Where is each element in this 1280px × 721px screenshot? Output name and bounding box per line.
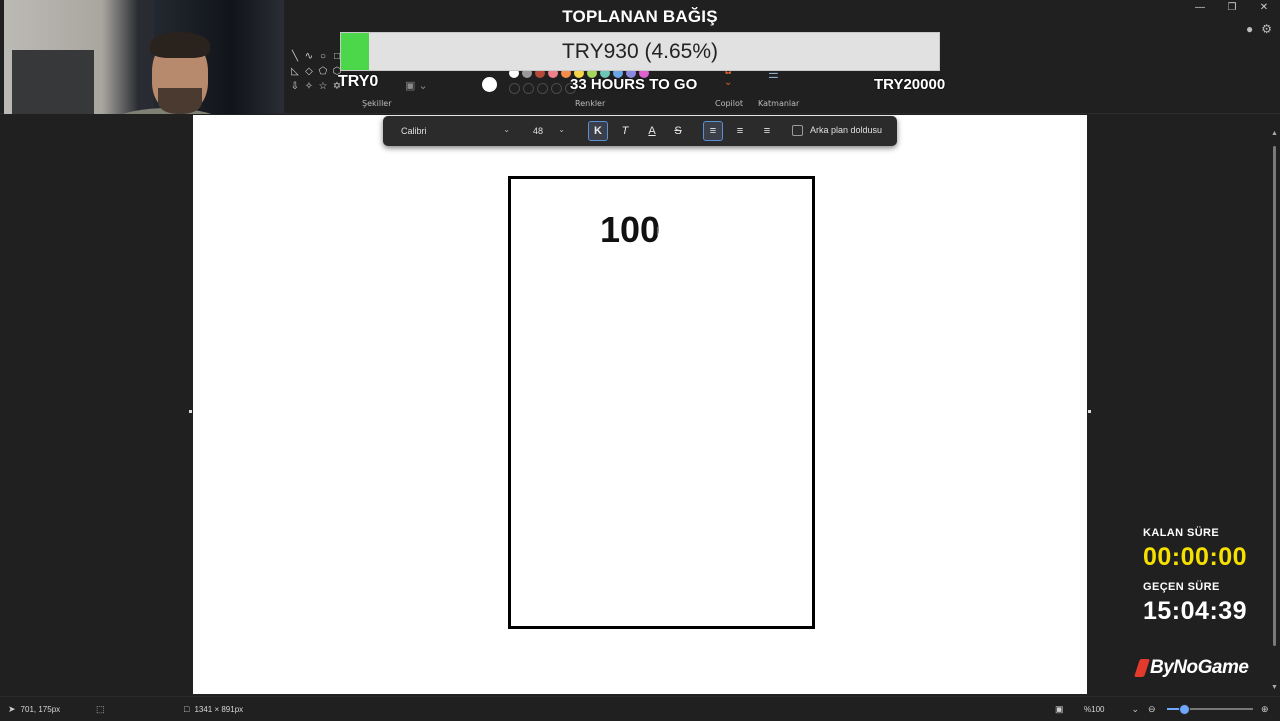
shape-fill-icon[interactable]: ▣ ⌄	[405, 79, 428, 92]
bynogame-logo-mark	[1134, 659, 1150, 677]
status-bar: ➤ 701, 175px ⬚ □ 1341 × 891px ▣ %100 ⌄ ⊖…	[0, 696, 1280, 721]
font-size-value: 48	[533, 126, 544, 136]
cursor-position-value: 701, 175px	[20, 705, 61, 714]
donation-time-left: 33 HOURS TO GO	[570, 76, 698, 93]
selection-icon: ⬚	[96, 704, 105, 714]
chevron-down-icon: ⌄	[1131, 704, 1140, 714]
zoom-dropdown[interactable]: %100 ⌄	[1084, 704, 1139, 715]
align-center-icon[interactable]: ≡	[730, 121, 750, 141]
background-fill-checkbox[interactable]	[792, 125, 803, 136]
text-cursor	[657, 227, 658, 237]
canvas-size: □ 1341 × 891px	[184, 704, 243, 714]
ribbon-right-icons: ● ⚙	[1246, 22, 1272, 36]
oval-shape-icon[interactable]: ○	[316, 49, 330, 64]
pentagon-shape-icon[interactable]: ⬠	[316, 64, 330, 79]
donation-progress-bar: TRY930 (4.65%)	[340, 32, 940, 71]
triangle-shape-icon[interactable]: ◺	[288, 64, 302, 79]
font-family-value: Calibri	[401, 126, 427, 136]
fit-screen-icon[interactable]: ▣	[1055, 704, 1064, 715]
custom-color-slot[interactable]	[537, 83, 548, 94]
colors-group-label: Renkler	[575, 99, 606, 108]
close-icon[interactable]: ✕	[1248, 0, 1280, 14]
bynogame-logo-text: ByNoGame	[1150, 657, 1249, 678]
arrow-down-shape-icon[interactable]: ⇩	[288, 79, 302, 94]
profile-icon[interactable]: ●	[1246, 22, 1253, 36]
custom-color-slot[interactable]	[523, 83, 534, 94]
active-color-swatch[interactable]	[482, 77, 497, 92]
donation-goal-label: TRY20000	[874, 76, 946, 93]
custom-color-slot[interactable]	[551, 83, 562, 94]
zoom-in-icon[interactable]: ⊕	[1261, 704, 1269, 715]
zoom-value: %100	[1084, 705, 1105, 714]
donation-title: TOPLANAN BAĞIŞ	[562, 7, 718, 26]
settings-icon[interactable]: ⚙	[1261, 22, 1272, 36]
rectangle-shape[interactable]	[508, 176, 815, 629]
curve-shape-icon[interactable]: ∿	[302, 49, 316, 64]
donation-progress-text: TRY930 (4.65%)	[561, 39, 719, 63]
shapes-group-label: Şekiller	[362, 99, 392, 108]
donation-min-label: TRY0	[338, 73, 379, 90]
vertical-scrollbar[interactable]	[1273, 146, 1276, 646]
align-right-icon[interactable]: ≡	[757, 121, 777, 141]
diamond-shape-icon[interactable]: ◇	[302, 64, 316, 79]
selection-size: ⬚	[96, 704, 105, 715]
minimize-icon[interactable]: —	[1184, 0, 1216, 14]
canvas-resize-handle-right[interactable]	[1088, 410, 1091, 413]
zoom-out-button[interactable]: ⊖	[1148, 704, 1156, 715]
fit-to-window[interactable]: ▣	[1055, 704, 1064, 715]
chevron-down-icon: ⌄	[558, 125, 565, 134]
scroll-up-icon[interactable]: ▲	[1271, 130, 1278, 137]
layers-group-label: Katmanlar	[758, 99, 800, 108]
webcam-person-beard	[158, 88, 202, 114]
text-color-button[interactable]: A	[642, 121, 662, 141]
elapsed-time-value: 15:04:39	[1143, 597, 1248, 625]
bynogame-logo: ByNoGame	[1134, 657, 1249, 679]
canvas-resize-handle-left[interactable]	[189, 410, 192, 413]
zoom-in-button[interactable]: ⊕	[1261, 704, 1269, 715]
bold-button[interactable]: K	[588, 121, 608, 141]
elapsed-time-label: GEÇEN SÜRE	[1143, 581, 1220, 593]
custom-color-row	[509, 83, 576, 94]
zoom-out-icon[interactable]: ⊖	[1148, 704, 1156, 715]
window-controls: — ❐ ✕	[1184, 0, 1280, 14]
restore-icon[interactable]: ❐	[1216, 0, 1248, 14]
text-format-toolbar: Calibri ⌄ 48 ⌄ K T A S ≡ ≡ ≡ Arka plan d…	[383, 116, 897, 146]
italic-button[interactable]: T	[615, 121, 635, 141]
pointer-icon: ➤	[8, 704, 16, 714]
star5-shape-icon[interactable]: ☆	[316, 79, 330, 94]
scroll-down-icon[interactable]: ▼	[1271, 684, 1278, 691]
font-size-dropdown[interactable]: 48 ⌄	[525, 121, 573, 141]
align-left-icon[interactable]: ≡	[703, 121, 723, 141]
webcam-person-hair	[150, 32, 210, 58]
strikethrough-button[interactable]: S	[668, 121, 688, 141]
cursor-position: ➤ 701, 175px	[8, 704, 60, 715]
line-shape-icon[interactable]: ╲	[288, 49, 302, 64]
font-family-dropdown[interactable]: Calibri ⌄	[394, 121, 518, 141]
canvas-size-value: 1341 × 891px	[194, 704, 244, 714]
copilot-group-label: Copilot	[715, 99, 744, 108]
chevron-down-icon: ⌄	[503, 125, 510, 134]
custom-color-slot[interactable]	[509, 83, 520, 94]
remaining-time-value: 00:00:00	[1143, 543, 1248, 571]
background-fill-label: Arka plan doldusu	[810, 125, 883, 135]
star4-shape-icon[interactable]: ✧	[302, 79, 316, 94]
canvas-text-box[interactable]: 100	[600, 209, 660, 251]
remaining-time-label: KALAN SÜRE	[1143, 527, 1220, 539]
zoom-slider[interactable]	[1167, 704, 1253, 715]
zoom-slider-thumb[interactable]	[1179, 704, 1191, 715]
canvas-size-icon: □	[184, 704, 190, 714]
